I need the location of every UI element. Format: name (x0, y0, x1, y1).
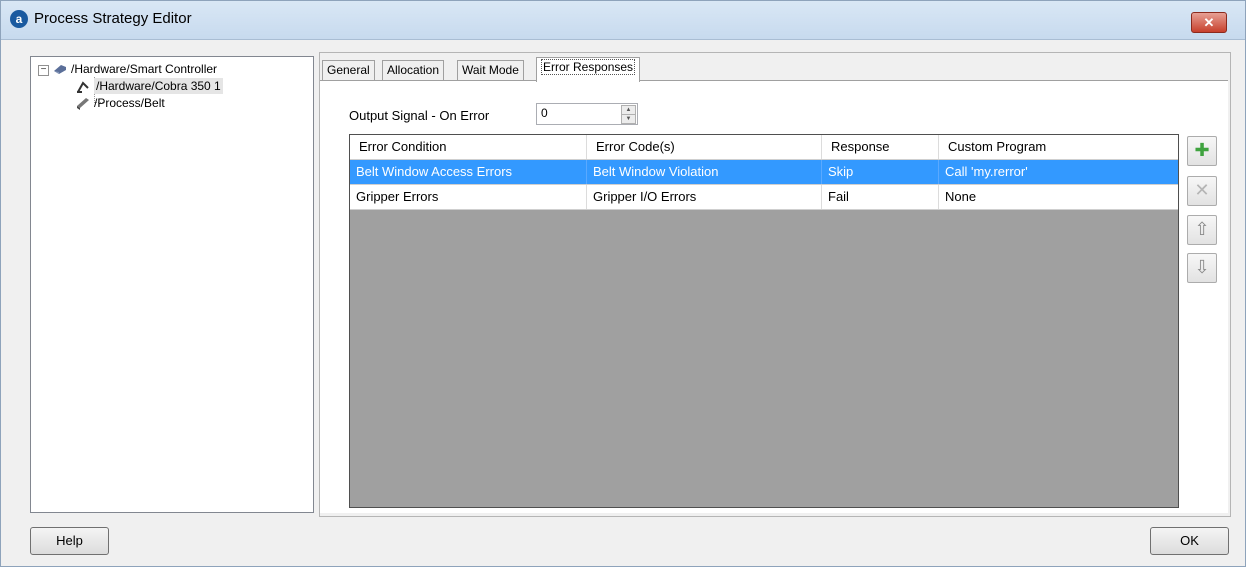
table-cell[interactable]: None (939, 185, 1178, 209)
robot-arm-icon (75, 78, 91, 94)
process-strategy-editor-window: a Process Strategy Editor ✕ − /Hardware/… (0, 0, 1246, 567)
collapse-expander-icon[interactable]: − (38, 65, 49, 76)
strategy-panel: General Allocation Wait Mode Error Respo… (319, 52, 1231, 517)
tab-wait-mode[interactable]: Wait Mode (457, 60, 524, 81)
ok-button[interactable]: OK (1150, 527, 1229, 555)
table-cell[interactable]: Belt Window Violation (587, 160, 822, 184)
column-header-error-condition[interactable]: Error Condition (350, 135, 587, 159)
table-cell[interactable]: Gripper Errors (350, 185, 587, 209)
output-signal-label: Output Signal - On Error (349, 108, 490, 123)
column-header-custom-program[interactable]: Custom Program (939, 135, 1178, 159)
table-cell[interactable]: Skip (822, 160, 939, 184)
plus-icon: ✚ (1194, 140, 1210, 160)
controller-icon (52, 61, 68, 77)
hardware-tree: − /Hardware/Smart Controller /Hardware/C… (30, 56, 314, 513)
error-responses-table: Error Condition Error Code(s) Response C… (349, 134, 1179, 508)
table-cell[interactable]: Call 'my.rerror' (939, 160, 1178, 184)
tree-item-process-belt[interactable]: /Process/Belt (75, 95, 165, 111)
column-header-error-codes[interactable]: Error Code(s) (587, 135, 822, 159)
tab-error-responses[interactable]: Error Responses (536, 57, 641, 82)
delete-icon: ✕ (1194, 180, 1210, 200)
table-cell[interactable]: Gripper I/O Errors (587, 185, 822, 209)
table-cell[interactable]: Belt Window Access Errors (350, 160, 587, 184)
spin-down-icon[interactable]: ▼ (621, 114, 636, 124)
remove-row-button[interactable]: ✕ (1187, 176, 1217, 206)
table-row[interactable]: Belt Window Access Errors Belt Window Vi… (350, 160, 1178, 185)
app-logo-icon: a (10, 10, 28, 28)
belt-icon (75, 95, 91, 111)
arrow-down-icon: ⇩ (1194, 257, 1210, 277)
error-responses-page: Output Signal - On Error 0 ▲ ▼ Error Con… (320, 80, 1228, 513)
output-signal-spinner[interactable]: 0 ▲ ▼ (536, 103, 638, 125)
tab-general[interactable]: General (322, 60, 375, 81)
tree-item-cobra-350[interactable]: /Hardware/Cobra 350 1 (75, 78, 223, 94)
tab-allocation[interactable]: Allocation (382, 60, 445, 81)
table-row[interactable]: Gripper Errors Gripper I/O Errors Fail N… (350, 185, 1178, 210)
help-button[interactable]: Help (30, 527, 109, 555)
title-bar: a Process Strategy Editor ✕ (1, 1, 1245, 40)
arrow-up-icon: ⇧ (1194, 219, 1210, 239)
close-button[interactable]: ✕ (1191, 12, 1227, 33)
table-header: Error Condition Error Code(s) Response C… (350, 135, 1178, 160)
table-cell[interactable]: Fail (822, 185, 939, 209)
window-title: Process Strategy Editor (34, 10, 192, 27)
move-up-button[interactable]: ⇧ (1187, 215, 1217, 245)
move-down-button[interactable]: ⇩ (1187, 253, 1217, 283)
tree-item-smart-controller[interactable]: /Hardware/Smart Controller (52, 61, 217, 77)
output-signal-value[interactable]: 0 (541, 106, 548, 120)
add-row-button[interactable]: ✚ (1187, 136, 1217, 166)
column-header-response[interactable]: Response (822, 135, 939, 159)
